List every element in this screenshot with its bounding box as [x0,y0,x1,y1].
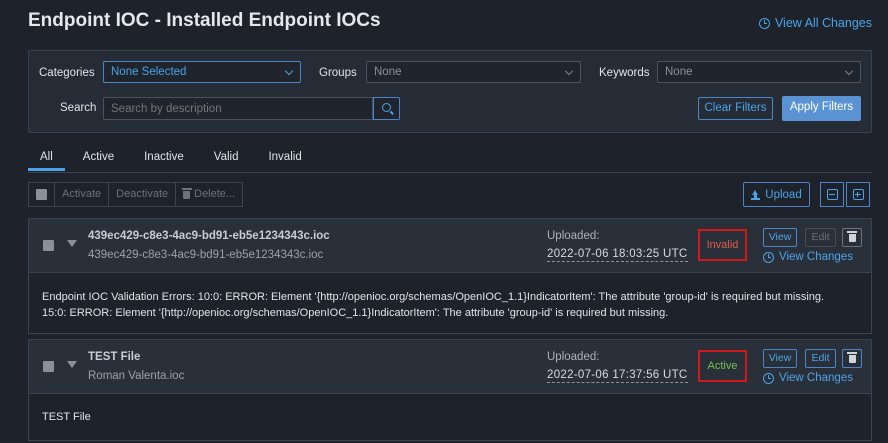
upload-label: Upload [765,188,802,201]
bulk-toolbar: Activate Deactivate Delete... [28,182,244,207]
keywords-label: Keywords [599,67,650,79]
categories-value: None Selected [111,66,187,78]
uploaded-date: 2022-07-06 18:03:25 UTC [547,248,688,262]
ioc-name: 439ec429-c8e3-4ac9-bd91-eb5e1234343c.ioc [88,230,330,242]
view-all-changes-label: View All Changes [774,16,872,30]
keywords-placeholder: None [665,66,693,78]
categories-select[interactable]: None Selected [103,61,301,83]
tab-all[interactable]: All [28,148,65,171]
view-changes-link[interactable]: View Changes [763,251,853,263]
chevron-down-icon [564,66,574,76]
search-label: Search [60,102,97,114]
collapse-all-button[interactable] [820,182,844,207]
tab-bar: All Active Inactive Valid Invalid [28,148,320,171]
categories-label: Categories [39,67,95,79]
view-all-changes-link[interactable]: View All Changes [758,16,872,30]
tab-valid[interactable]: Valid [202,148,251,171]
checkbox-icon [36,189,47,200]
ioc-card-header: 439ec429-c8e3-4ac9-bd91-eb5e1234343c.ioc… [29,219,871,273]
tab-invalid[interactable]: Invalid [256,148,313,171]
tab-active[interactable]: Active [71,148,126,171]
tab-inactive[interactable]: Inactive [132,148,196,171]
uploaded-label: Uploaded: [547,230,600,242]
page-title: Endpoint IOC - Installed Endpoint IOCs [28,10,381,31]
groups-select[interactable]: None [366,61,581,83]
clock-icon [763,372,774,384]
view-changes-label: View Changes [779,372,853,384]
delete-ioc-button[interactable] [842,349,862,368]
clear-filters-button[interactable]: Clear Filters [698,97,773,120]
view-button[interactable]: View [763,228,797,247]
view-changes-label: View Changes [779,251,853,263]
status-badge: Invalid [698,229,747,261]
trash-icon [181,188,192,199]
row-checkbox[interactable] [43,240,54,251]
ioc-card-body: Endpoint IOC Validation Errors: 10:0: ER… [42,289,824,321]
view-changes-link[interactable]: View Changes [763,372,853,384]
upload-icon [751,189,761,200]
ioc-filename: Roman Valenta.ioc [88,370,185,382]
chevron-down-icon [284,66,294,76]
expand-icon [852,189,864,200]
upload-button[interactable]: Upload [743,182,810,207]
caret-down-icon[interactable] [67,240,77,247]
delete-button[interactable]: Delete... [175,182,244,207]
caret-down-icon[interactable] [67,361,77,368]
delete-label: Delete... [194,188,236,200]
select-all-checkbox[interactable] [28,182,55,207]
search-input[interactable] [103,97,373,120]
clock-icon [758,17,770,29]
status-badge: Active [698,350,747,382]
tabs-divider [28,172,872,173]
deactivate-button[interactable]: Deactivate [108,182,177,207]
validation-error-line: 15:0: ERROR: Element '{http://openioc.or… [42,307,669,319]
ioc-name: TEST File [88,351,141,363]
apply-filters-button[interactable]: Apply Filters [782,96,861,121]
groups-placeholder: None [374,66,402,78]
clock-icon [763,251,774,263]
delete-ioc-button[interactable] [842,228,862,247]
expand-all-button[interactable] [846,182,870,207]
ioc-card: 439ec429-c8e3-4ac9-bd91-eb5e1234343c.ioc… [28,218,872,334]
trash-icon [847,352,857,363]
ioc-card-body: TEST File [42,409,91,425]
edit-button[interactable]: Edit [805,228,836,247]
activate-button[interactable]: Activate [54,182,110,207]
validation-error-line: Endpoint IOC Validation Errors: 10:0: ER… [42,291,825,303]
ioc-description: TEST File [42,411,91,423]
ioc-card: TEST File Roman Valenta.ioc Uploaded: 20… [28,339,872,441]
filter-panel: Categories None Selected Groups None Key… [28,50,872,133]
search-button[interactable] [373,97,400,120]
groups-label: Groups [319,67,357,79]
view-button[interactable]: View [763,349,797,368]
row-checkbox[interactable] [43,361,54,372]
edit-button[interactable]: Edit [805,349,836,368]
uploaded-date: 2022-07-06 17:37:56 UTC [547,369,688,383]
uploaded-label: Uploaded: [547,351,600,363]
collapse-icon [826,189,838,200]
ioc-filename: 439ec429-c8e3-4ac9-bd91-eb5e1234343c.ioc [88,249,324,261]
ioc-card-header: TEST File Roman Valenta.ioc Uploaded: 20… [29,340,871,394]
trash-icon [847,231,857,242]
chevron-down-icon [844,66,854,76]
search-icon [382,103,391,112]
keywords-select[interactable]: None [657,61,861,83]
